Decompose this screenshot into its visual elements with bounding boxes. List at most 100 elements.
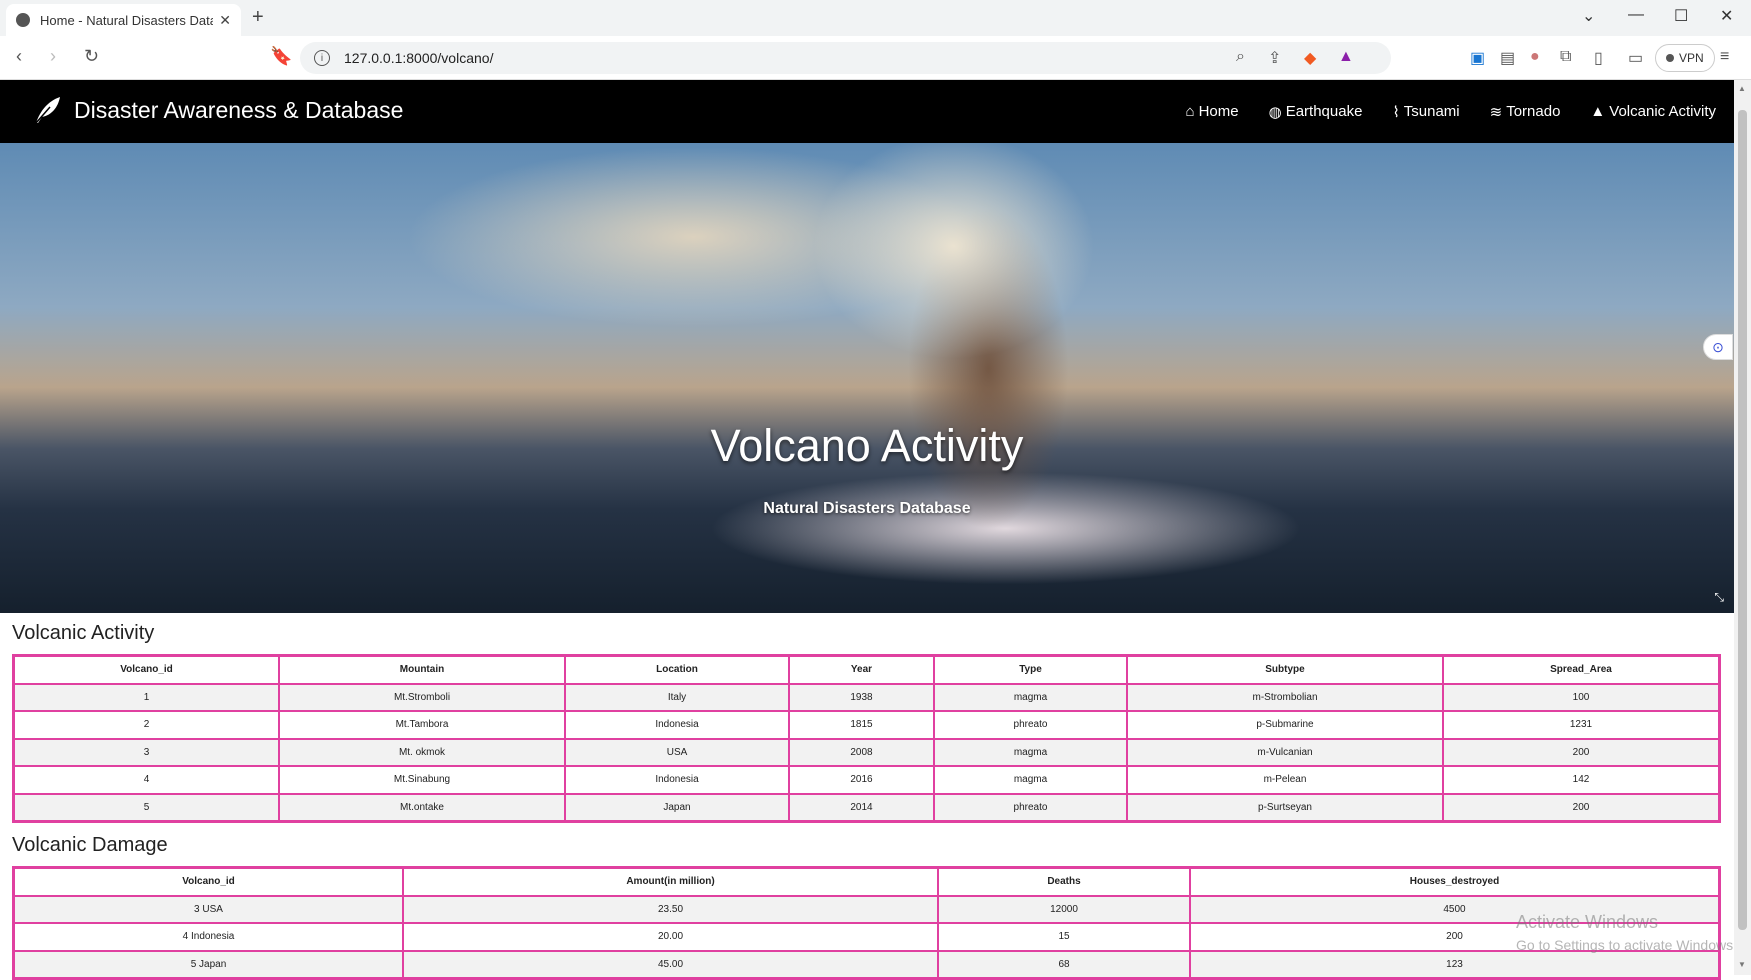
activity-header-row: Volcano_id Mountain Location Year Type S… bbox=[14, 656, 1719, 684]
feather-logo-icon bbox=[35, 97, 60, 124]
globe-icon: ◍ bbox=[1268, 103, 1282, 121]
column-header: Location bbox=[565, 656, 789, 684]
table-row: 5 Mt.ontake Japan 2014 phreato p-Surtsey… bbox=[14, 793, 1719, 821]
site-favicon-icon bbox=[16, 13, 30, 27]
nav-home[interactable]: ⌂ Home bbox=[1186, 103, 1239, 120]
table-cell: 1 bbox=[14, 683, 279, 711]
wallet-icon[interactable]: ▭ bbox=[1628, 48, 1643, 68]
table-cell: 123 bbox=[1190, 950, 1719, 978]
table-cell: 12000 bbox=[938, 895, 1190, 923]
nav-tsunami-label: Tsunami bbox=[1403, 103, 1460, 120]
brave-rewards-icon[interactable]: ▲ bbox=[1338, 48, 1354, 66]
table-cell: p-Submarine bbox=[1127, 711, 1443, 739]
table-cell: magma bbox=[934, 738, 1127, 766]
hero-title: Volcano Activity bbox=[710, 420, 1024, 471]
nav-home-label: Home bbox=[1198, 103, 1239, 120]
site-nav-links: ⌂ Home ◍ Earthquake ⌇ Tsunami ≋ Tornado … bbox=[1186, 80, 1716, 143]
nav-earthquake-label: Earthquake bbox=[1285, 103, 1363, 120]
table-cell: Italy bbox=[565, 683, 789, 711]
address-bar[interactable]: i 127.0.0.1:8000/volcano/ bbox=[300, 42, 1391, 74]
column-header: Subtype bbox=[1127, 656, 1443, 684]
tab-search-icon[interactable]: ⌄ bbox=[1582, 6, 1595, 26]
table-row: 4 Indonesia 20.00 15 200 bbox=[14, 923, 1719, 951]
column-header: Deaths bbox=[938, 868, 1190, 896]
nav-tsunami[interactable]: ⌇ Tsunami bbox=[1392, 103, 1459, 121]
table-cell: 200 bbox=[1443, 793, 1719, 821]
table-cell: 1815 bbox=[789, 711, 934, 739]
zoom-icon[interactable]: ⌕ bbox=[1236, 48, 1245, 66]
home-icon: ⌂ bbox=[1185, 103, 1195, 120]
table-cell: m-Pelean bbox=[1127, 766, 1443, 794]
share-icon[interactable]: ⇪ bbox=[1268, 48, 1281, 68]
damage-header-row: Volcano_id Amount(in million) Deaths Hou… bbox=[14, 868, 1719, 896]
table-row: 3 USA 23.50 12000 4500 bbox=[14, 895, 1719, 923]
damage-section-title: Volcanic Damage bbox=[12, 834, 168, 856]
nav-tornado-label: Tornado bbox=[1506, 103, 1561, 120]
site-brand[interactable]: Disaster Awareness & Database bbox=[30, 93, 403, 127]
wind-icon: ≋ bbox=[1489, 103, 1503, 121]
table-cell: 4 bbox=[14, 766, 279, 794]
site-navbar: Disaster Awareness & Database ⌂ Home ◍ E… bbox=[0, 80, 1734, 143]
menu-icon[interactable]: ≡ bbox=[1720, 48, 1729, 66]
maximize-icon[interactable]: ☐ bbox=[1674, 6, 1688, 26]
table-cell: 5 Japan bbox=[14, 950, 403, 978]
page-scrollbar[interactable]: ▲ ▼ bbox=[1734, 80, 1751, 975]
watermark-line-1: Activate Windows bbox=[1516, 912, 1659, 932]
table-cell: Indonesia bbox=[565, 711, 789, 739]
browser-tab[interactable]: Home - Natural Disasters Datab ✕ bbox=[6, 4, 241, 36]
site-info-icon[interactable]: i bbox=[314, 50, 330, 66]
table-cell: Mt.Stromboli bbox=[279, 683, 565, 711]
brave-shield-icon[interactable]: ◆ bbox=[1304, 48, 1316, 68]
brand-name: Disaster Awareness & Database bbox=[74, 96, 404, 123]
scrollbar-thumb[interactable] bbox=[1738, 110, 1747, 930]
table-cell: phreato bbox=[934, 793, 1127, 821]
table-cell: USA bbox=[565, 738, 789, 766]
scroll-up-icon[interactable]: ▲ bbox=[1738, 84, 1746, 93]
table-row: 4 Mt.Sinabung Indonesia 2016 magma m-Pel… bbox=[14, 766, 1719, 794]
close-window-icon[interactable]: ✕ bbox=[1720, 6, 1733, 26]
extension-icon-2[interactable]: ▤ bbox=[1500, 48, 1515, 68]
damage-table: Volcano_id Amount(in million) Deaths Hou… bbox=[12, 866, 1721, 980]
scroll-down-icon[interactable]: ▼ bbox=[1738, 960, 1746, 969]
table-cell: Mt. okmok bbox=[279, 738, 565, 766]
table-cell: 68 bbox=[938, 950, 1190, 978]
reload-icon[interactable]: ↻ bbox=[84, 46, 99, 67]
back-icon[interactable]: ‹ bbox=[16, 46, 22, 67]
nav-earthquake[interactable]: ◍ Earthquake bbox=[1269, 103, 1363, 121]
table-cell: phreato bbox=[934, 711, 1127, 739]
activity-section-title: Volcanic Activity bbox=[12, 622, 155, 644]
sidebar-icon[interactable]: ▯ bbox=[1594, 48, 1603, 68]
expand-icon[interactable]: ⤡ bbox=[1714, 590, 1724, 605]
table-cell: Japan bbox=[565, 793, 789, 821]
vpn-button[interactable]: VPN bbox=[1655, 44, 1715, 72]
assistant-widget-icon[interactable]: ⊙ bbox=[1703, 334, 1733, 360]
table-cell: 45.00 bbox=[403, 950, 938, 978]
extensions-puzzle-icon[interactable]: ⧉ bbox=[1560, 48, 1571, 66]
nav-volcanic-activity[interactable]: ▲ Volcanic Activity bbox=[1590, 103, 1716, 120]
column-header: Mountain bbox=[279, 656, 565, 684]
table-cell: 3 USA bbox=[14, 895, 403, 923]
watermark-line-2: Go to Settings to activate Windows. bbox=[1516, 937, 1737, 953]
minimize-icon[interactable]: — bbox=[1628, 6, 1644, 24]
table-cell: 20.00 bbox=[403, 923, 938, 951]
bookmark-icon[interactable]: 🔖 bbox=[270, 46, 292, 67]
column-header: Houses_destroyed bbox=[1190, 868, 1719, 896]
table-cell: 2016 bbox=[789, 766, 934, 794]
close-tab-icon[interactable]: ✕ bbox=[219, 12, 231, 29]
table-cell: 1938 bbox=[789, 683, 934, 711]
forward-icon[interactable]: › bbox=[50, 46, 56, 67]
column-header: Amount(in million) bbox=[403, 868, 938, 896]
nav-volcanic-label: Volcanic Activity bbox=[1609, 103, 1716, 120]
table-cell: 3 bbox=[14, 738, 279, 766]
table-row: 1 Mt.Stromboli Italy 1938 magma m-Stromb… bbox=[14, 683, 1719, 711]
extension-icon-3[interactable]: ● bbox=[1530, 48, 1540, 66]
table-cell: magma bbox=[934, 683, 1127, 711]
table-cell: 100 bbox=[1443, 683, 1719, 711]
table-cell: Mt.ontake bbox=[279, 793, 565, 821]
new-tab-icon[interactable]: + bbox=[252, 6, 264, 29]
vpn-label: VPN bbox=[1679, 51, 1704, 65]
nav-tornado[interactable]: ≋ Tornado bbox=[1490, 103, 1561, 121]
windows-activation-watermark: Activate Windows Go to Settings to activ… bbox=[1516, 912, 1737, 953]
browser-toolbar: ‹ › ↻ 🔖 i 127.0.0.1:8000/volcano/ ⌕ ⇪ ◆ … bbox=[0, 36, 1751, 80]
extension-icon[interactable]: ▣ bbox=[1470, 48, 1485, 68]
